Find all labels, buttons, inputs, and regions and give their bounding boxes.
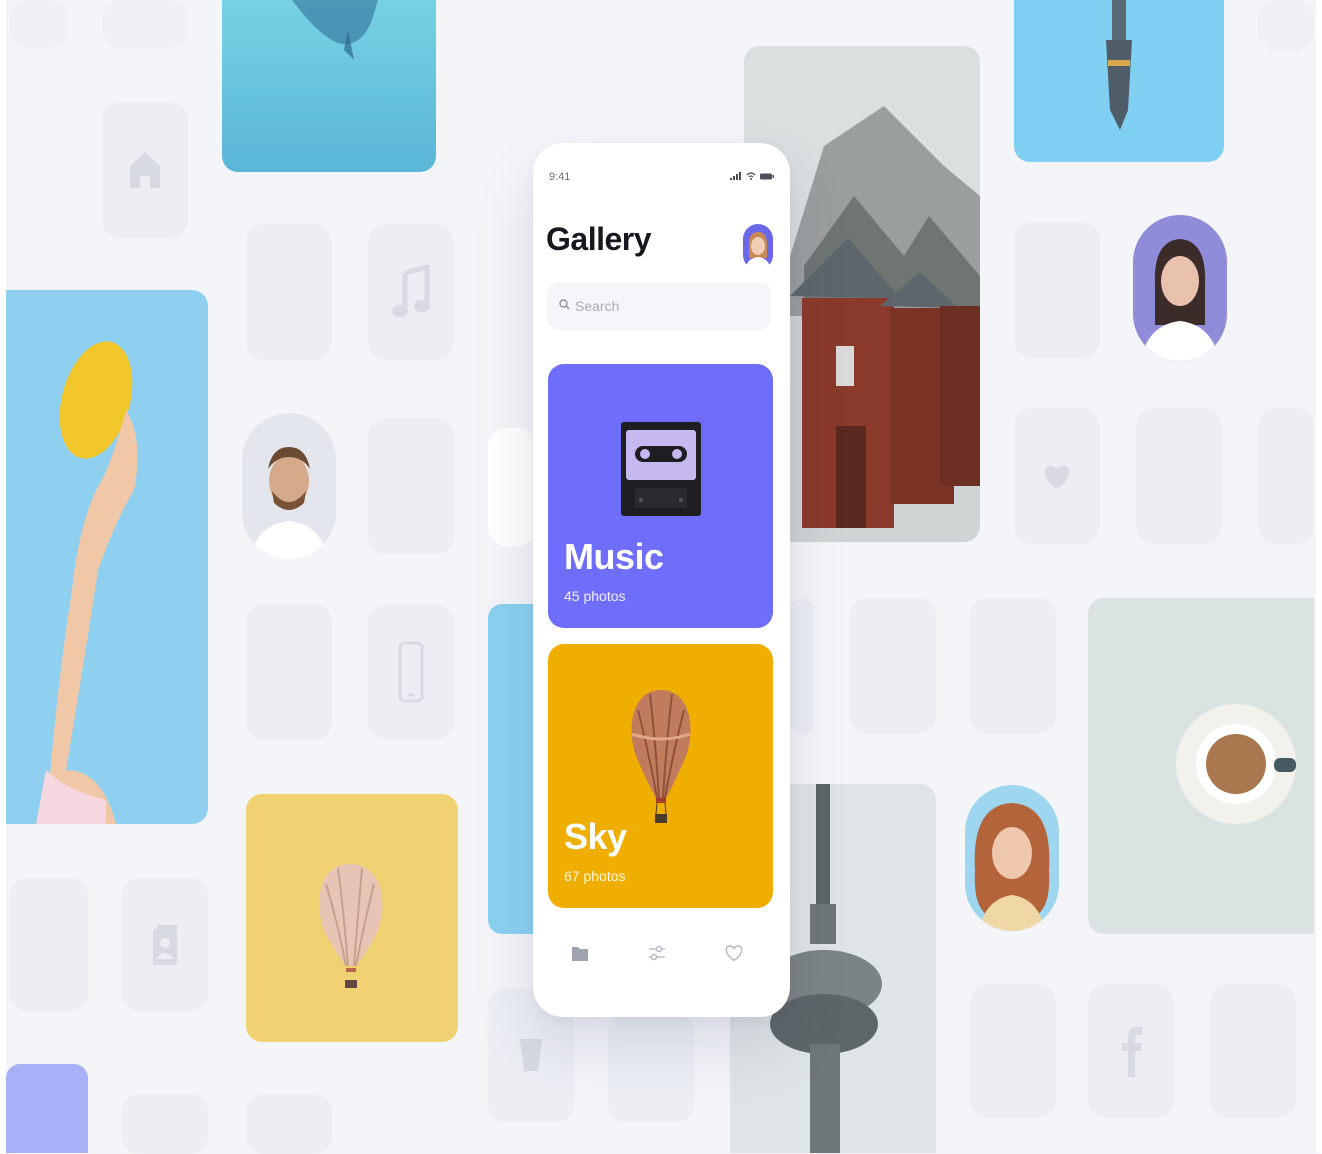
contact-card-icon (153, 925, 177, 965)
redhead-portrait (974, 803, 1050, 931)
balloon-photo (246, 794, 458, 1042)
status-icons (730, 172, 774, 180)
album-count: 67 photos (564, 868, 626, 884)
coffee-photo (1088, 598, 1314, 934)
bg-tile-contact (122, 878, 208, 1012)
signal-icon (730, 172, 741, 180)
bg-tile (1258, 408, 1314, 544)
profile-avatar[interactable] (743, 224, 773, 270)
lavender-tile (6, 1064, 88, 1153)
tab-bar (533, 933, 790, 973)
tab-favorites[interactable] (714, 933, 754, 973)
tab-adjustments[interactable] (637, 933, 677, 973)
balloon-illustration (319, 864, 383, 988)
bg-tile-device (368, 604, 454, 740)
bg-tile (246, 604, 332, 740)
coffee-cup-illustration (1176, 704, 1296, 824)
bg-tile (970, 598, 1056, 734)
bg-tile (10, 0, 68, 48)
status-time: 9:41 (549, 171, 571, 183)
bg-tile-home (102, 102, 188, 238)
album-card-sky[interactable]: Sky 67 photos (548, 644, 773, 908)
album-card-music[interactable]: Music 45 photos (548, 364, 773, 628)
tab-folders[interactable] (560, 933, 600, 973)
bg-tile (1136, 408, 1222, 544)
profile-avatar-image (743, 224, 773, 270)
album-title: Sky (564, 816, 627, 857)
hot-air-balloon-image (631, 690, 691, 823)
bg-tile (1258, 0, 1314, 50)
bg-tile (122, 1094, 208, 1154)
right-edge (1316, 0, 1322, 1153)
bg-tile (850, 598, 936, 734)
search-input[interactable] (575, 296, 755, 316)
woman-avatar (1133, 215, 1227, 361)
redhead-avatar (965, 785, 1059, 931)
search-bar[interactable] (547, 282, 771, 330)
man-avatar (242, 413, 336, 559)
man-portrait (250, 447, 328, 559)
bg-tile (246, 1094, 332, 1154)
cup-icon (520, 1039, 542, 1071)
phone-device-icon (398, 641, 424, 703)
bg-tile (368, 418, 454, 554)
bg-tile (1210, 984, 1296, 1118)
page-title: Gallery (546, 221, 652, 257)
whale-illustration (292, 0, 378, 60)
lemon-hand-illustration (36, 341, 138, 824)
bg-tile-heart (1014, 408, 1100, 544)
sliders-icon (649, 945, 665, 961)
bg-tile (970, 984, 1056, 1118)
bg-tile-music (368, 224, 454, 360)
folder-icon (572, 947, 588, 961)
bg-tile (608, 1014, 694, 1122)
home-icon (130, 152, 160, 188)
tower-sky-photo (1014, 0, 1224, 162)
tower-illustration (1106, 0, 1132, 130)
facebook-icon (1122, 1027, 1142, 1077)
lemon-hand-photo (6, 290, 208, 824)
bg-tile (246, 224, 332, 360)
wifi-icon (746, 172, 756, 180)
bg-tile (10, 878, 88, 1012)
album-count: 45 photos (564, 588, 626, 604)
album-title: Music (564, 536, 664, 577)
phone-mockup: 9:41 Gallery Search Music 45 photos Sky … (533, 143, 790, 1017)
bg-tile (102, 0, 188, 48)
search-icon (559, 299, 570, 310)
bg-tile (488, 428, 536, 546)
bg-tile (790, 598, 814, 734)
heart-icon (1044, 465, 1070, 489)
battery-icon (760, 173, 774, 180)
woman-portrait (1141, 239, 1219, 361)
cassette-image (621, 422, 701, 516)
heart-icon (725, 945, 743, 962)
bg-tile-facebook (1088, 984, 1174, 1118)
music-note-icon (392, 265, 430, 317)
underwater-photo (222, 0, 436, 172)
bg-tile (1014, 222, 1100, 358)
blue-strip (488, 604, 536, 934)
